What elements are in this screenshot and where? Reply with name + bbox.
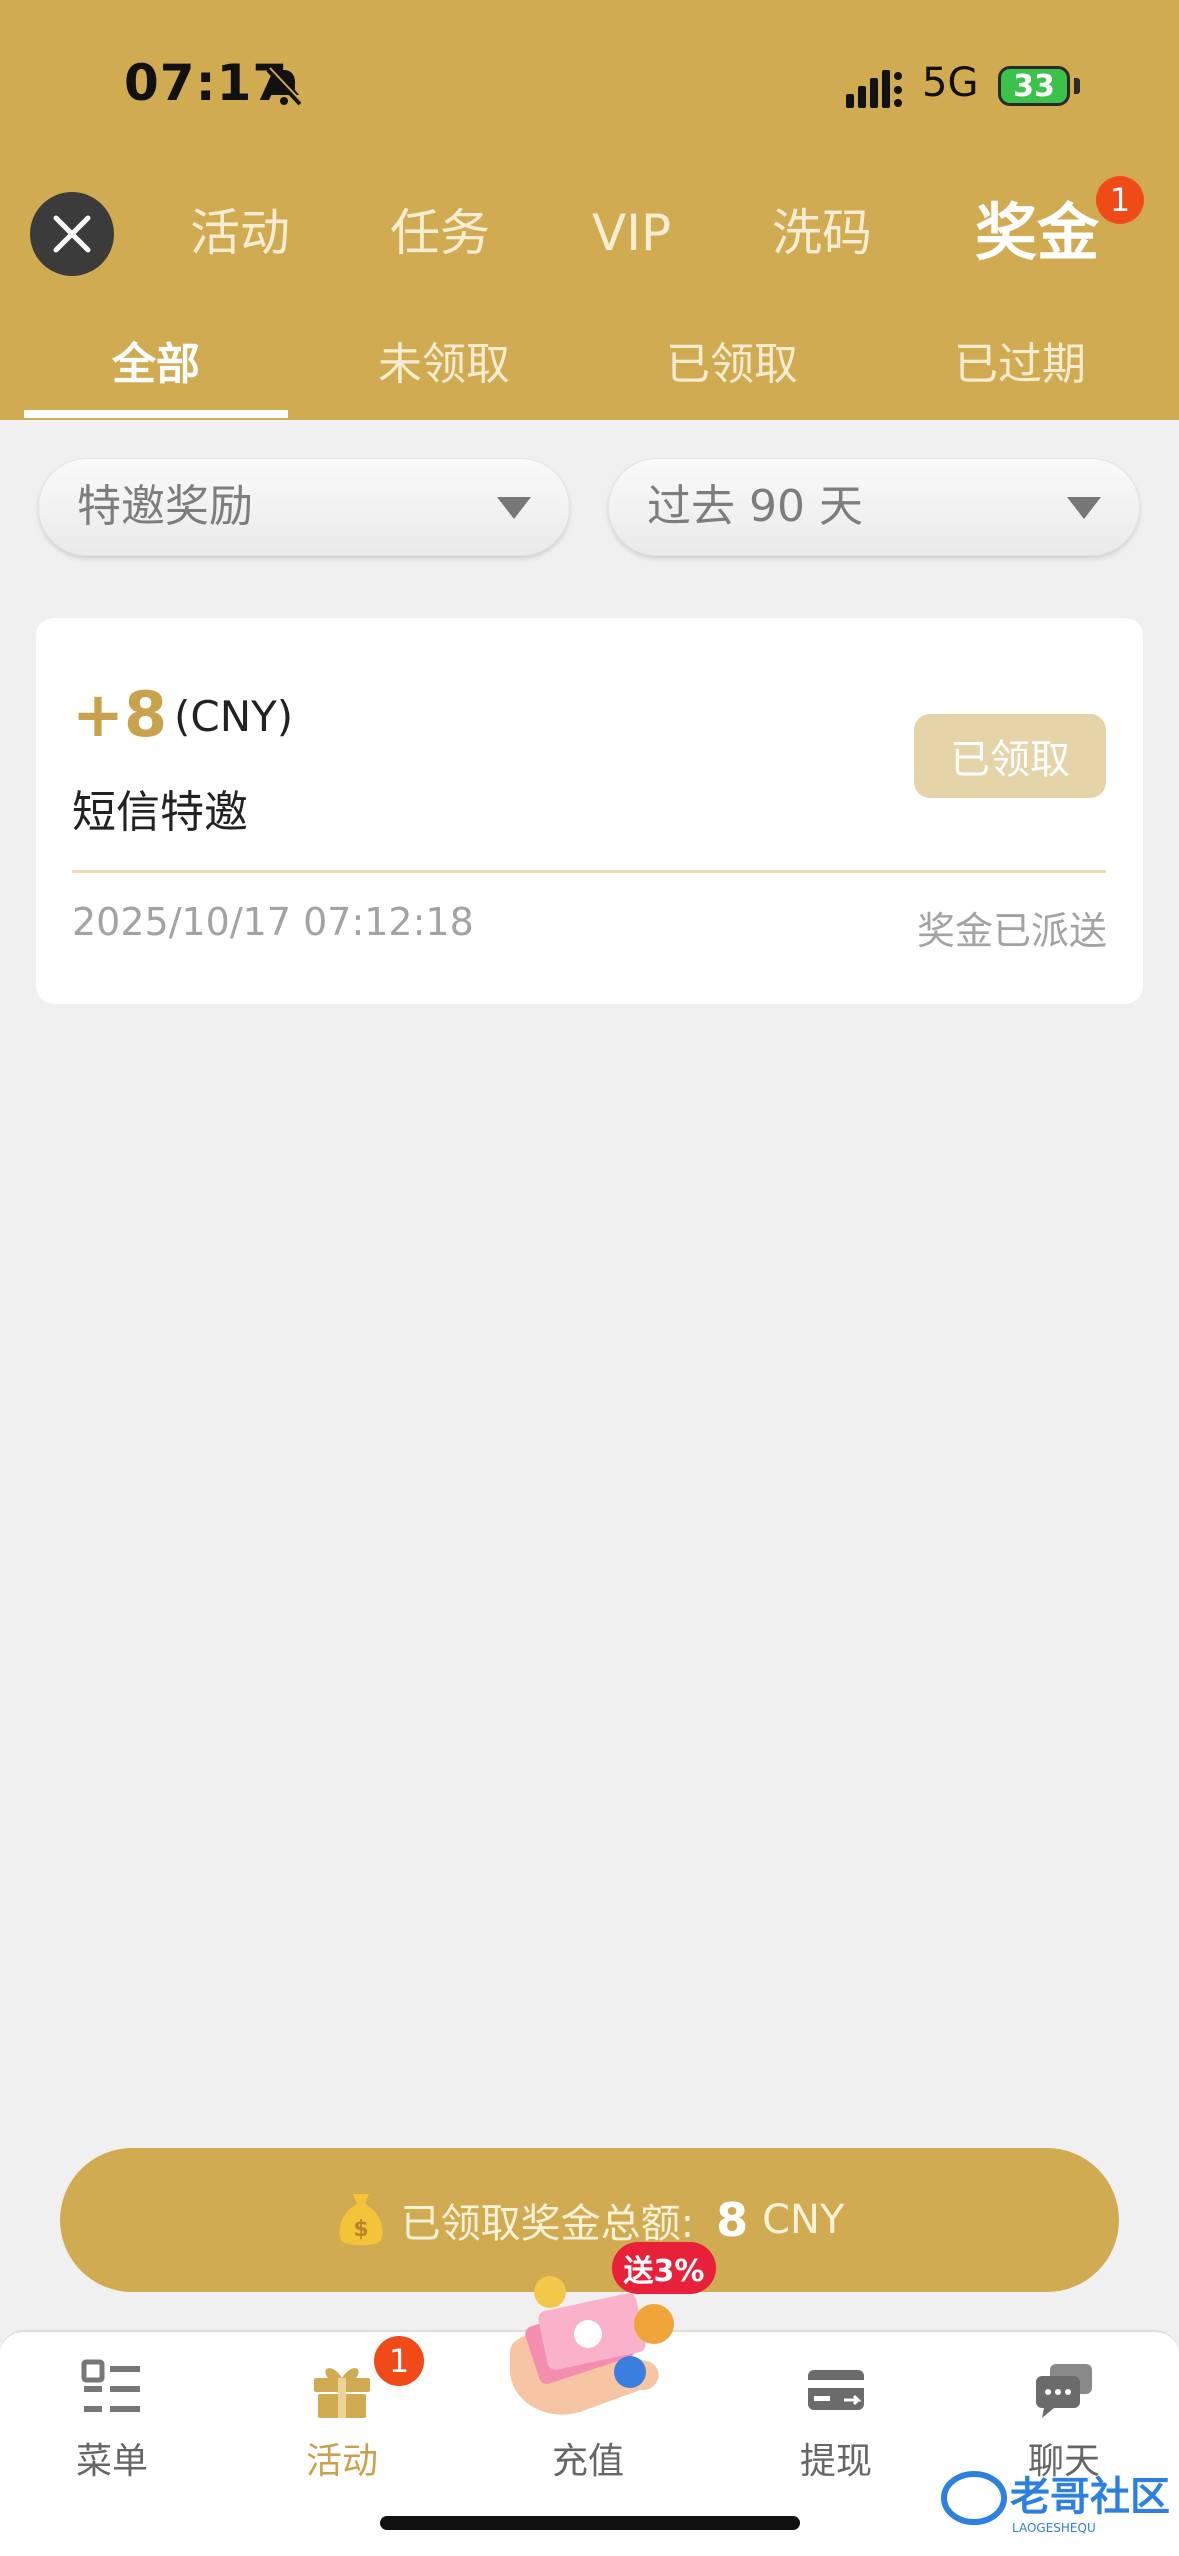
tab-activity[interactable]: 活动 — [190, 188, 290, 278]
battery-icon: 33 — [998, 66, 1070, 106]
subtab-all[interactable]: 全部 — [12, 320, 300, 420]
subtab-active-indicator — [24, 410, 288, 418]
bonus-badge: 1 — [1096, 176, 1144, 224]
subtab-expired[interactable]: 已过期 — [876, 320, 1164, 420]
withdraw-icon — [808, 2370, 864, 2410]
type-filter-value: 特邀奖励 — [77, 481, 253, 532]
network-label: 5G — [922, 60, 979, 106]
home-indicator — [380, 2516, 800, 2530]
bottom-nav-withdraw-label: 提现 — [799, 2441, 872, 2482]
claimed-button[interactable]: 已领取 — [914, 714, 1106, 798]
signal-icon — [846, 70, 902, 108]
bottom-nav-menu-label: 菜单 — [75, 2441, 148, 2482]
tab-tasks[interactable]: 任务 — [390, 188, 490, 278]
total-label: 已领取奖金总额: — [400, 2201, 695, 2247]
total-currency: CNY — [762, 2197, 845, 2243]
bottom-nav-activity-label: 活动 — [305, 2441, 378, 2482]
subtab-claimed[interactable]: 已领取 — [588, 320, 876, 420]
tab-bonus[interactable]: 奖金 — [975, 188, 1099, 278]
record-title: 短信特邀 — [72, 787, 248, 838]
gift-icon — [314, 2368, 370, 2418]
bottom-nav-menu[interactable]: 菜单 — [22, 2358, 202, 2484]
money-bag-icon: $ — [339, 2194, 383, 2246]
sub-tabs: 全部 未领取 已领取 已过期 — [0, 320, 1179, 420]
chat-icon — [1036, 2364, 1092, 2418]
total-value: 8 — [716, 2193, 749, 2247]
subtab-unclaimed[interactable]: 未领取 — [300, 320, 588, 420]
deposit-promo-tag: 送3% — [612, 2242, 716, 2294]
battery-level: 33 — [1013, 68, 1055, 104]
bonus-record-card: +8 (CNY) 短信特邀 已领取 2025/10/17 07:12:18 奖金… — [36, 618, 1143, 1004]
battery-nub — [1074, 78, 1080, 94]
top-nav: 活动 任务 VIP 洗码 奖金 — [0, 188, 1179, 278]
dropdown-arrow-icon — [497, 497, 531, 519]
bottom-nav-withdraw[interactable]: 提现 — [746, 2358, 926, 2484]
type-filter-dropdown[interactable]: 特邀奖励 — [38, 458, 570, 556]
record-currency: (CNY) — [174, 692, 294, 741]
menu-icon — [81, 2359, 140, 2412]
svg-text:$: $ — [353, 2217, 368, 2242]
record-timestamp: 2025/10/17 07:12:18 — [72, 900, 474, 944]
bottom-nav-deposit-label: 充值 — [551, 2441, 624, 2482]
tab-rebate[interactable]: 洗码 — [772, 188, 872, 278]
bell-muted-icon — [266, 67, 303, 106]
watermark-text: 老哥社区 — [1010, 2474, 1170, 2520]
record-status: 奖金已派送 — [916, 909, 1107, 953]
watermark-subtext: LAOGESHEQU — [1012, 2521, 1096, 2535]
period-filter-dropdown[interactable]: 过去 90 天 — [608, 458, 1140, 556]
header: 07:17 5G 33 活动 任务 VIP 洗码 奖金 1 全部 未领取 已领取… — [0, 0, 1179, 420]
activity-badge: 1 — [374, 2336, 424, 2386]
watermark-logo: 老哥社区 LAOGESHEQU — [941, 2471, 1170, 2535]
card-divider — [72, 870, 1106, 873]
record-amount: +8 — [72, 678, 168, 751]
dropdown-arrow-icon — [1067, 497, 1101, 519]
tab-vip[interactable]: VIP — [592, 188, 671, 278]
period-filter-value: 过去 90 天 — [647, 481, 863, 532]
